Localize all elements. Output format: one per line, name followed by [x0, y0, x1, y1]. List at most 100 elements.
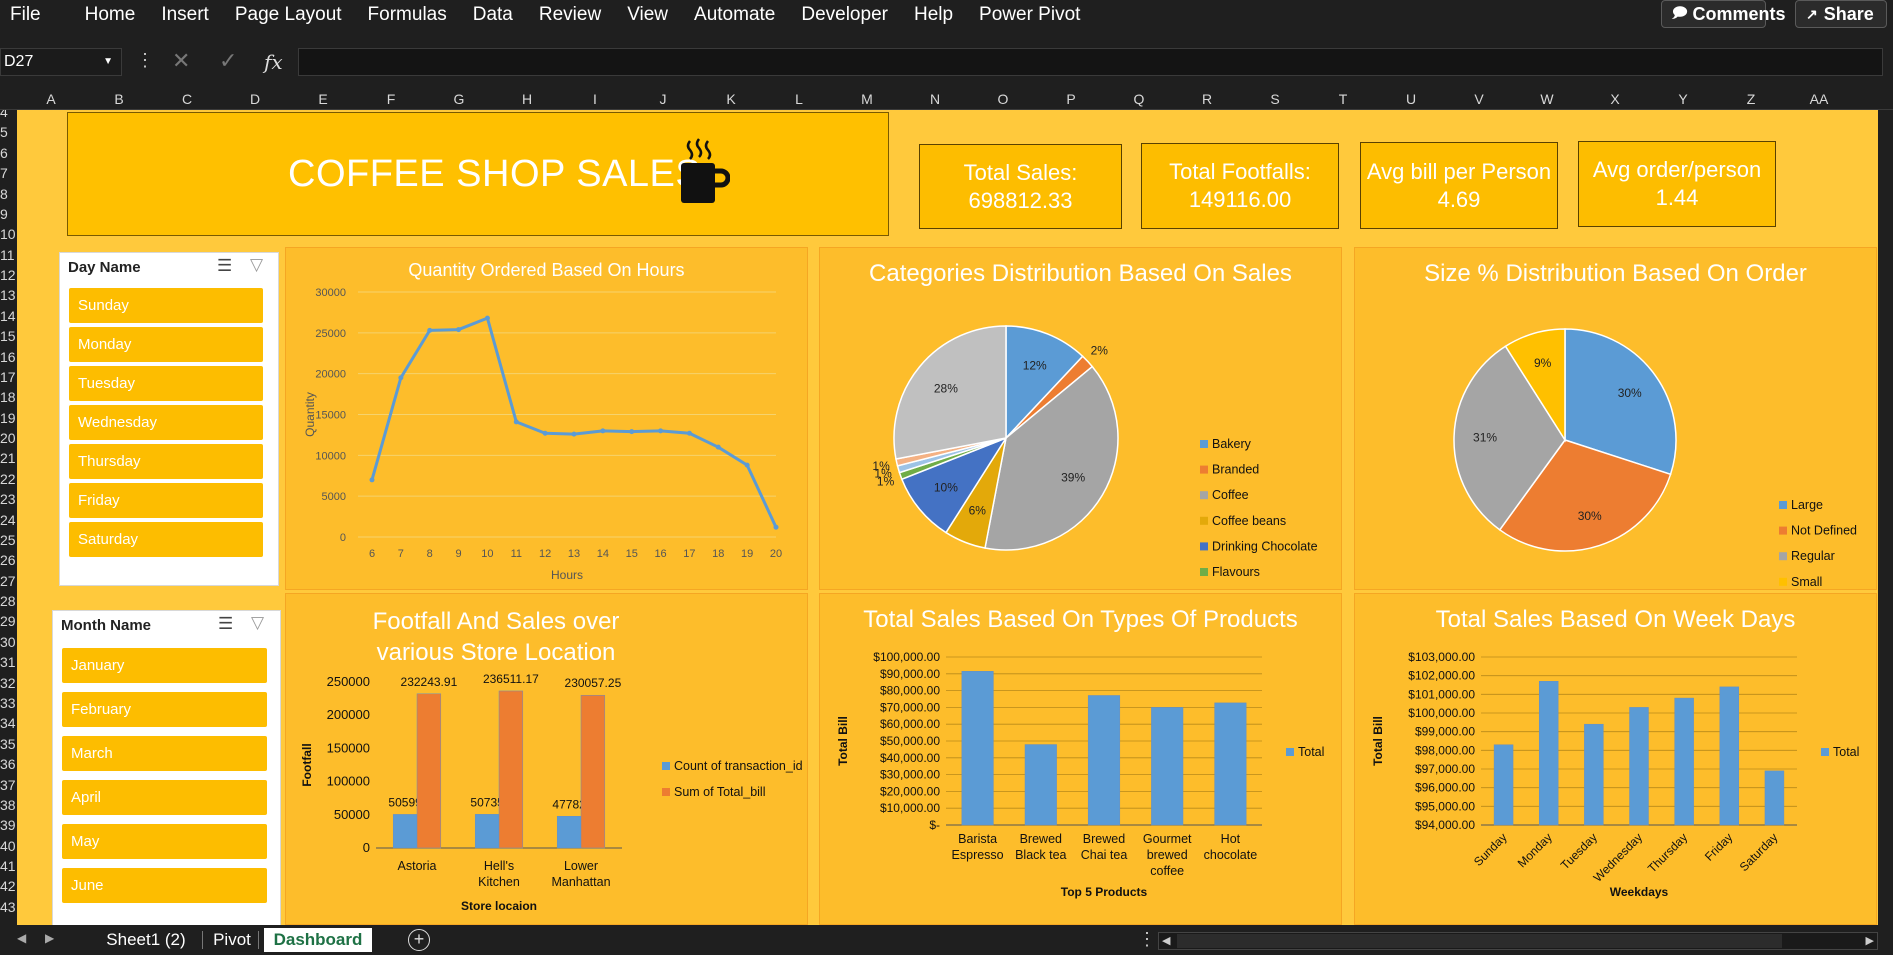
more-options-icon[interactable]: ⋮ — [136, 50, 154, 71]
add-sheet-icon[interactable]: + — [408, 929, 430, 951]
column-header[interactable]: Y — [1649, 88, 1717, 110]
chart-quantity-hours[interactable]: Quantity Ordered Based On Hours 30000 250… — [285, 247, 808, 590]
column-header[interactable]: Z — [1717, 88, 1785, 110]
row-header[interactable]: 16 — [0, 349, 17, 365]
slicer-item-monday[interactable]: Monday — [69, 327, 263, 362]
chevron-down-icon[interactable]: ▼ — [103, 49, 113, 75]
column-header[interactable]: N — [901, 88, 969, 110]
row-header[interactable]: 29 — [0, 613, 17, 629]
slicer-item-may[interactable]: May — [62, 824, 267, 859]
row-header[interactable]: 7 — [0, 165, 17, 181]
row-header[interactable]: 30 — [0, 634, 17, 650]
scroll-left-icon[interactable]: ◀ — [1162, 934, 1170, 947]
row-header[interactable]: 14 — [0, 308, 17, 324]
multi-select-icon[interactable]: ☰ — [217, 256, 232, 276]
menu-item-developer[interactable]: Developer — [788, 4, 901, 26]
column-header[interactable]: F — [357, 88, 425, 110]
day-name-slicer[interactable]: Day Name ☰ ▽ Sunday Monday Tuesday Wednesda… — [59, 252, 279, 586]
column-header[interactable]: M — [833, 88, 901, 110]
slicer-item-january[interactable]: January — [62, 648, 267, 683]
column-header[interactable]: L — [765, 88, 833, 110]
row-header[interactable]: 11 — [0, 247, 17, 263]
name-box[interactable]: D27 ▼ — [0, 48, 122, 76]
menu-item-view[interactable]: View — [614, 4, 681, 26]
chart-categories-sales[interactable]: Categories Distribution Based On Sales 1… — [819, 247, 1342, 591]
menu-item-home[interactable]: Home — [72, 4, 149, 26]
column-header[interactable]: K — [697, 88, 765, 110]
menu-item-data[interactable]: Data — [460, 4, 526, 26]
slicer-item-sunday[interactable]: Sunday — [69, 288, 263, 323]
slicer-item-wednesday[interactable]: Wednesday — [69, 405, 263, 440]
cancel-icon[interactable]: ✕ — [172, 48, 190, 74]
more-tabs-icon[interactable]: ⋮ — [1138, 929, 1156, 950]
column-header[interactable]: E — [289, 88, 357, 110]
row-header[interactable]: 4 — [0, 110, 17, 120]
column-header[interactable]: D — [221, 88, 289, 110]
menu-item-file[interactable]: File — [0, 4, 72, 26]
row-header[interactable]: 5 — [0, 124, 17, 140]
row-header[interactable]: 43 — [0, 899, 17, 915]
row-header[interactable]: 12 — [0, 267, 17, 283]
row-header[interactable]: 39 — [0, 817, 17, 833]
row-header[interactable]: 10 — [0, 226, 17, 242]
slicer-item-tuesday[interactable]: Tuesday — [69, 366, 263, 401]
column-header[interactable]: W — [1513, 88, 1581, 110]
menu-item-automate[interactable]: Automate — [681, 4, 788, 26]
slicer-item-friday[interactable]: Friday — [69, 483, 263, 518]
menu-item-help[interactable]: Help — [901, 4, 966, 26]
row-header[interactable]: 17 — [0, 369, 17, 385]
row-header[interactable]: 36 — [0, 756, 17, 772]
row-header[interactable]: 42 — [0, 878, 17, 894]
row-header[interactable]: 6 — [0, 145, 17, 161]
row-header[interactable]: 13 — [0, 287, 17, 303]
column-header[interactable]: S — [1241, 88, 1309, 110]
sheet-tab-pivot[interactable]: Pivot — [208, 928, 256, 952]
column-header[interactable]: G — [425, 88, 493, 110]
menu-item-formulas[interactable]: Formulas — [355, 4, 460, 26]
column-header[interactable]: J — [629, 88, 697, 110]
column-header[interactable]: V — [1445, 88, 1513, 110]
row-header[interactable]: 32 — [0, 675, 17, 691]
row-header[interactable]: 15 — [0, 328, 17, 344]
enter-check-icon[interactable]: ✓ — [219, 48, 237, 74]
row-header[interactable]: 26 — [0, 552, 17, 568]
formula-input[interactable] — [298, 48, 1883, 76]
column-header[interactable]: AA — [1785, 88, 1853, 110]
row-header[interactable]: 33 — [0, 695, 17, 711]
horizontal-scrollbar[interactable]: ◀ ▶ — [1158, 932, 1878, 950]
row-header[interactable]: 35 — [0, 736, 17, 752]
slicer-item-thursday[interactable]: Thursday — [69, 444, 263, 479]
column-header[interactable]: A — [17, 88, 85, 110]
row-header[interactable]: 34 — [0, 715, 17, 731]
row-header[interactable]: 19 — [0, 410, 17, 426]
row-header[interactable]: 24 — [0, 512, 17, 528]
row-header[interactable]: 18 — [0, 389, 17, 405]
insert-function-icon[interactable]: fx — [264, 50, 283, 74]
row-header[interactable]: 9 — [0, 206, 17, 222]
row-header[interactable]: 40 — [0, 838, 17, 854]
slicer-item-april[interactable]: April — [62, 780, 267, 815]
menu-item-page-layout[interactable]: Page Layout — [222, 4, 355, 26]
chart-size-order[interactable]: Size % Distribution Based On Order 30% La… — [1354, 247, 1877, 590]
column-header[interactable]: Q — [1105, 88, 1173, 110]
row-header[interactable]: 31 — [0, 654, 17, 670]
column-header[interactable]: B — [85, 88, 153, 110]
scroll-right-icon[interactable]: ▶ — [1866, 934, 1874, 947]
menu-item-insert[interactable]: Insert — [148, 4, 222, 26]
row-header[interactable]: 37 — [0, 777, 17, 793]
scroll-right-icon[interactable]: ▶ — [45, 931, 54, 945]
column-header[interactable]: T — [1309, 88, 1377, 110]
row-header[interactable]: 20 — [0, 430, 17, 446]
row-header[interactable]: 22 — [0, 471, 17, 487]
row-header[interactable]: 23 — [0, 491, 17, 507]
column-header[interactable]: H — [493, 88, 561, 110]
menu-item-power-pivot[interactable]: Power Pivot — [966, 4, 1093, 26]
slicer-item-february[interactable]: February — [62, 692, 267, 727]
chart-sales-products[interactable]: Total Sales Based On Types Of Products $… — [819, 593, 1342, 925]
column-header[interactable]: X — [1581, 88, 1649, 110]
row-header[interactable]: 21 — [0, 450, 17, 466]
slicer-item-march[interactable]: March — [62, 736, 267, 771]
row-header[interactable]: 27 — [0, 573, 17, 589]
slicer-item-saturday[interactable]: Saturday — [69, 522, 263, 557]
column-header[interactable]: C — [153, 88, 221, 110]
